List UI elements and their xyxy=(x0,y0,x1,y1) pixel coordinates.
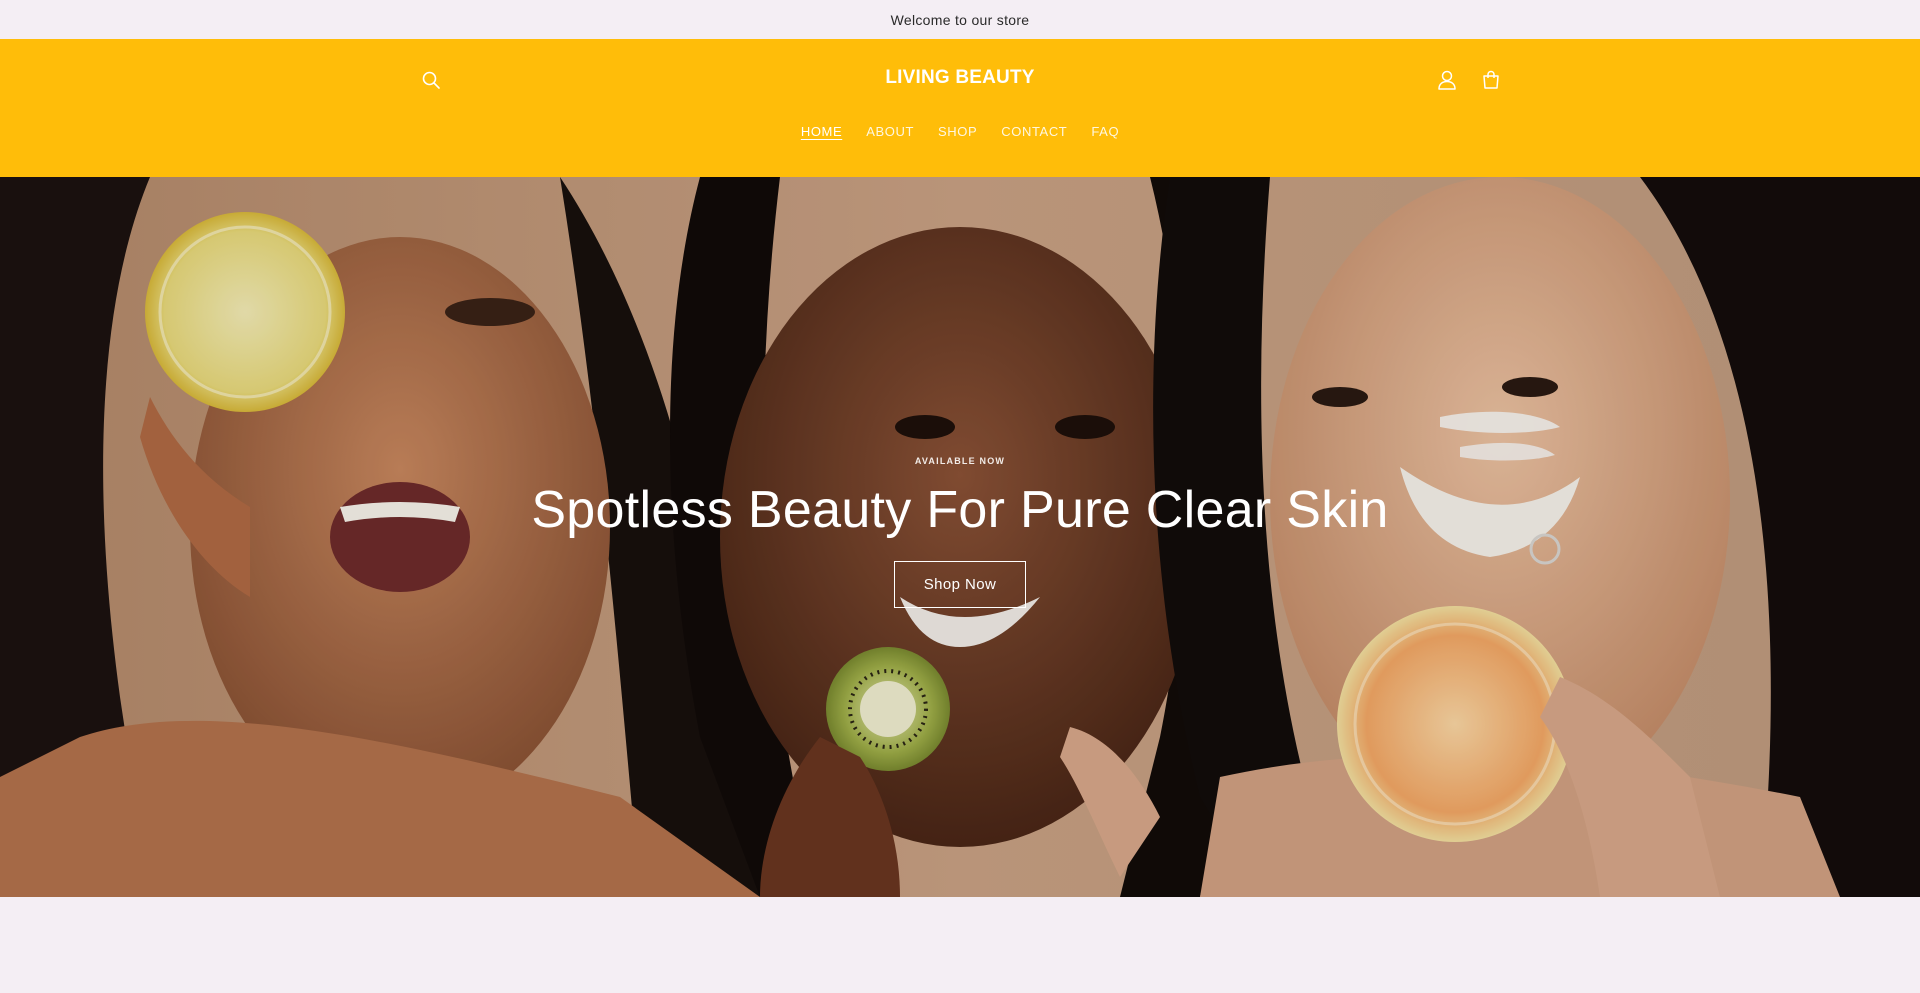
shop-now-button[interactable]: Shop Now xyxy=(894,561,1026,609)
nav-faq[interactable]: FAQ xyxy=(1079,124,1131,139)
cart-icon[interactable] xyxy=(1475,64,1507,96)
site-header: LIVING BEAUTY HOME ABOUT SHOP CONTACT FA… xyxy=(0,39,1920,177)
hero-content: AVAILABLE NOW Spotless Beauty For Pure C… xyxy=(0,456,1920,609)
announcement-bar: Welcome to our store xyxy=(0,0,1920,39)
nav-shop[interactable]: SHOP xyxy=(926,124,989,139)
hero-title: Spotless Beauty For Pure Clear Skin xyxy=(531,481,1389,539)
nav-about[interactable]: ABOUT xyxy=(854,124,926,139)
announcement-text: Welcome to our store xyxy=(890,11,1030,28)
nav-home[interactable]: HOME xyxy=(789,124,854,139)
page-below-hero xyxy=(0,897,1920,993)
account-icon[interactable] xyxy=(1431,64,1463,96)
hero-eyebrow: AVAILABLE NOW xyxy=(914,456,1006,466)
hero-banner: AVAILABLE NOW Spotless Beauty For Pure C… xyxy=(0,177,1920,897)
header-top: LIVING BEAUTY xyxy=(0,39,1920,121)
nav-contact[interactable]: CONTACT xyxy=(989,124,1079,139)
site-logo[interactable]: LIVING BEAUTY xyxy=(0,67,1920,89)
main-nav: HOME ABOUT SHOP CONTACT FAQ xyxy=(0,124,1920,139)
